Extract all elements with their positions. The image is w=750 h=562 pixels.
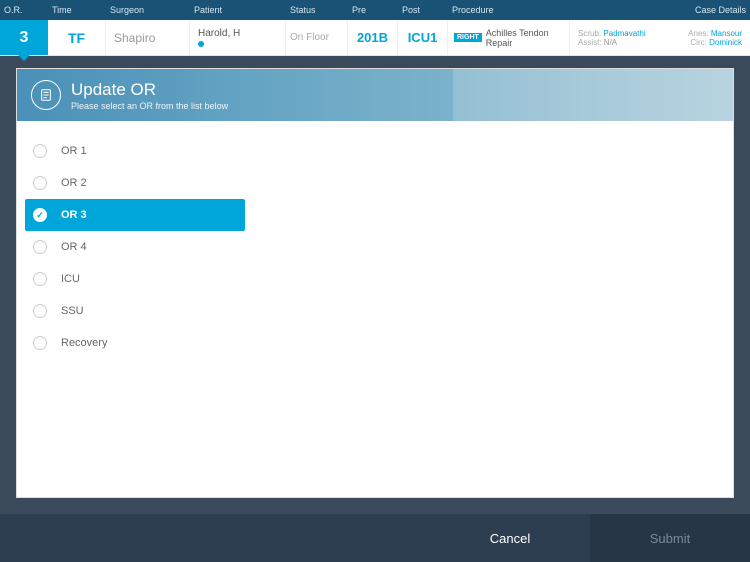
column-headers: O.R. Time Surgeon Patient Status Pre Pos… [0,0,750,20]
radio-icon [33,240,47,254]
circ-value: Dominick [709,38,742,47]
anes-label: Anes: [688,29,708,38]
or-option-label: Recovery [61,337,107,349]
modal-title: Update OR [71,80,228,100]
or-option-ssu[interactable]: SSU [17,295,733,327]
patient-status-dot-icon [198,41,204,47]
side-badge: RIGHT [454,33,482,42]
cell-pre: 201B [348,20,398,55]
or-option-4[interactable]: OR 4 [17,231,733,263]
radio-icon [33,272,47,286]
or-option-label: OR 2 [61,177,87,189]
cell-surgeon: Shapiro [106,20,190,55]
or-option-label: OR 4 [61,241,87,253]
modal-container: Update OR Please select an OR from the l… [0,56,750,498]
radio-checked-icon [33,208,47,222]
header-status: Status [286,5,348,15]
cell-time: TF [48,20,106,55]
header-post: Post [398,5,448,15]
or-option-recovery[interactable]: Recovery [17,327,733,359]
or-option-label: OR 3 [61,209,87,221]
or-options-list: OR 1 OR 2 OR 3 OR 4 ICU SSU [17,121,733,373]
or-option-3[interactable]: OR 3 [25,199,245,231]
scrub-value: Padmavathi [603,29,645,38]
header-case-details: Case Details [620,5,750,15]
cell-patient: Harold, H [190,20,286,55]
action-bar: Cancel Submit [0,514,750,562]
update-or-modal: Update OR Please select an OR from the l… [16,68,734,498]
or-option-label: OR 1 [61,145,87,157]
header-time: Time [48,5,106,15]
clipboard-icon [31,80,61,110]
submit-button[interactable]: Submit [590,514,750,562]
header-procedure: Procedure [448,5,620,15]
assist-value: N/A [604,38,617,47]
or-option-label: SSU [61,305,84,317]
modal-header: Update OR Please select an OR from the l… [17,69,733,121]
patient-name: Harold, H [198,28,285,39]
header-patient: Patient [190,5,286,15]
radio-icon [33,304,47,318]
or-option-2[interactable]: OR 2 [17,167,733,199]
cell-status: On Floor [286,20,348,55]
procedure-text: Achilles Tendon Repair [486,28,569,48]
radio-icon [33,336,47,350]
assist-label: Assist: [578,38,602,47]
header-or: O.R. [0,5,48,15]
radio-icon [33,144,47,158]
cell-or-number[interactable]: 3 [0,20,48,55]
cell-case-details: Scrub: Padmavathi Anes: Mansour Assist: … [570,20,750,55]
or-option-label: ICU [61,273,80,285]
case-row[interactable]: 3 TF Shapiro Harold, H On Floor 201B ICU… [0,20,750,56]
cancel-button[interactable]: Cancel [430,514,590,562]
cell-post: ICU1 [398,20,448,55]
header-surgeon: Surgeon [106,5,190,15]
scrub-label: Scrub: [578,29,601,38]
cell-procedure: RIGHT Achilles Tendon Repair [448,20,570,55]
anes-value: Mansour [711,29,742,38]
circ-label: Circ: [690,38,706,47]
action-spacer [0,514,430,562]
modal-subtitle: Please select an OR from the list below [71,101,228,111]
or-option-1[interactable]: OR 1 [17,135,733,167]
header-pre: Pre [348,5,398,15]
radio-icon [33,176,47,190]
or-option-icu[interactable]: ICU [17,263,733,295]
